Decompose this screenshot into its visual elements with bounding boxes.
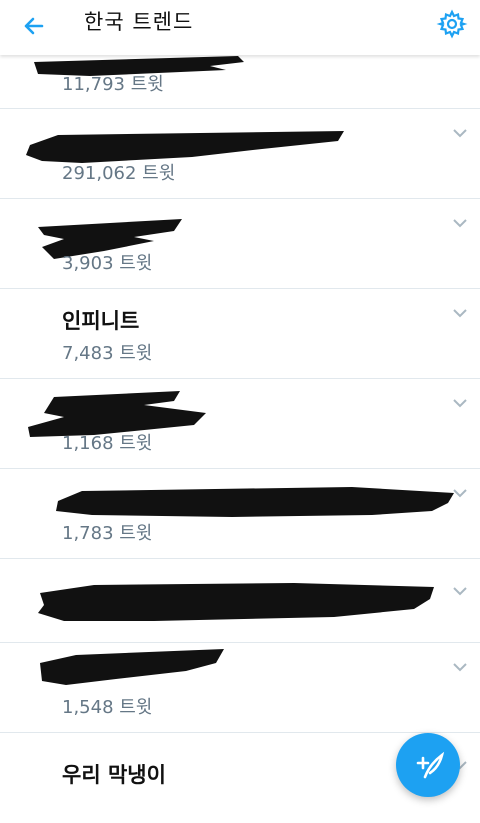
chevron-down-icon[interactable] — [450, 303, 470, 323]
trend-row[interactable]: 인피니트 7,483 트윗 — [0, 289, 480, 379]
trend-name: 우리 막냉이 — [62, 763, 166, 787]
compose-tweet-button[interactable] — [396, 733, 460, 797]
arrow-left-icon[interactable] — [18, 10, 50, 42]
trend-row[interactable]: 291,062 트윗 — [0, 109, 480, 199]
trend-tweet-count: 291,062 트윗 — [62, 163, 176, 184]
chevron-down-icon[interactable] — [450, 123, 470, 143]
trend-tweet-count: 1,548 트윗 — [62, 697, 153, 718]
trend-row[interactable]: 1,548 트윗 — [0, 643, 480, 733]
trend-row[interactable]: 1,783 트윗 — [0, 469, 480, 559]
redaction-mark — [34, 56, 244, 76]
trend-row[interactable]: 1,168 트윗 — [0, 379, 480, 469]
trend-tweet-count: 3,903 트윗 — [62, 253, 153, 274]
redaction-mark — [40, 649, 224, 685]
trend-row[interactable]: 3,903 트윗 — [0, 199, 480, 289]
trend-name: 인피니트 — [62, 309, 140, 333]
chevron-down-icon[interactable] — [450, 393, 470, 413]
compose-tweet-icon — [416, 751, 445, 779]
top-app-bar: 한국 트렌드 — [0, 0, 480, 55]
trend-tweet-count: 1,168 트윗 — [62, 433, 153, 454]
chevron-down-icon[interactable] — [450, 581, 470, 601]
chevron-down-icon[interactable] — [450, 483, 470, 503]
trend-row[interactable] — [0, 559, 480, 643]
trend-tweet-count: 1,783 트윗 — [62, 523, 153, 544]
trends-list: 11,793 트윗 291,062 트윗 3,903 트윗 인피니트 7,483… — [0, 0, 480, 823]
trend-tweet-count: 7,483 트윗 — [62, 343, 153, 364]
gear-icon[interactable] — [436, 8, 468, 40]
chevron-down-icon[interactable] — [450, 657, 470, 677]
chevron-down-icon[interactable] — [450, 213, 470, 233]
redaction-mark — [56, 487, 454, 517]
page-title: 한국 트렌드 — [84, 10, 194, 34]
redaction-mark — [38, 583, 434, 621]
